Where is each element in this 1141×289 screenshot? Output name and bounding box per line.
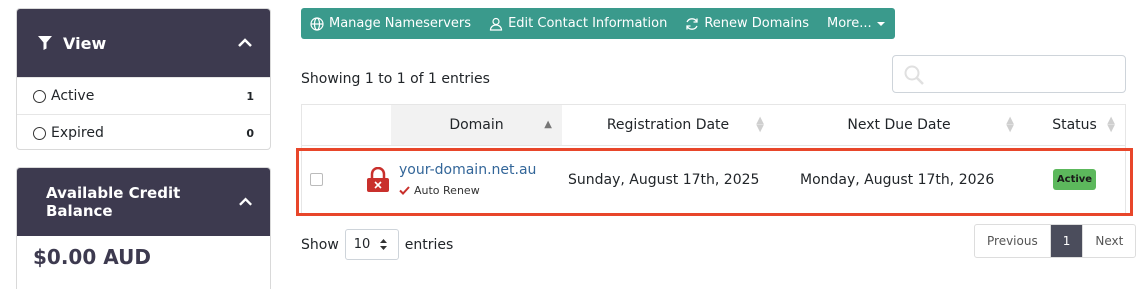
- credit-panel-title: Available Credit Balance: [46, 184, 181, 220]
- filter-active[interactable]: Active 1: [17, 77, 270, 114]
- column-header-domain[interactable]: Domain ▲: [391, 105, 562, 145]
- column-label: Registration Date: [606, 117, 730, 133]
- page-size-value: 10: [353, 237, 371, 252]
- edit-contact-button[interactable]: Edit Contact Information: [480, 8, 676, 39]
- manage-nameservers-label: Manage Nameservers: [329, 16, 472, 31]
- radio-icon[interactable]: [33, 89, 46, 103]
- radio-icon[interactable]: [33, 126, 46, 140]
- entries-info: Showing 1 to 1 of 1 entries: [301, 71, 490, 87]
- sort-icon: ▲ ▼: [1107, 115, 1115, 134]
- filter-count: 0: [246, 126, 254, 140]
- sort-icon: ▲ ▼: [756, 115, 764, 134]
- previous-page-button[interactable]: Previous: [975, 225, 1051, 257]
- search-box[interactable]: [892, 55, 1126, 93]
- credit-panel-header[interactable]: Available Credit Balance: [17, 168, 270, 236]
- credit-amount: $0.00 AUD: [33, 245, 151, 269]
- page-1-button[interactable]: 1: [1050, 225, 1084, 257]
- column-label: Status: [1052, 117, 1097, 133]
- chevron-up-icon[interactable]: [238, 38, 252, 48]
- view-panel: View Active 1 Expired 0: [16, 8, 271, 150]
- page-size-select[interactable]: 10: [344, 229, 399, 260]
- view-panel-header[interactable]: View: [17, 9, 270, 77]
- sort-arrows-icon: [380, 239, 388, 250]
- select-column-header: [302, 105, 391, 145]
- renew-domains-label: Renew Domains: [704, 16, 810, 31]
- sort-icon: ▲ ▼: [1006, 115, 1014, 134]
- filter-count: 1: [246, 89, 254, 103]
- renew-domains-button[interactable]: Renew Domains: [676, 8, 818, 39]
- chevron-up-icon[interactable]: [238, 197, 252, 207]
- filter-label: Expired: [51, 125, 104, 141]
- entries-label: entries: [404, 236, 454, 253]
- sort-icon: ▲: [544, 119, 552, 130]
- search-icon: [904, 65, 924, 85]
- more-dropdown-button[interactable]: More...: [818, 8, 895, 39]
- refresh-icon: [686, 17, 698, 30]
- next-page-button[interactable]: Next: [1083, 225, 1135, 257]
- show-label: Show: [301, 236, 339, 253]
- filter-expired[interactable]: Expired 0: [17, 114, 270, 149]
- caret-down-icon: [876, 21, 885, 26]
- column-header-next-due-date[interactable]: Next Due Date ▲ ▼: [774, 105, 1024, 145]
- manage-nameservers-button[interactable]: Manage Nameservers: [301, 8, 480, 39]
- filter-label: Active: [51, 88, 95, 104]
- edit-contact-label: Edit Contact Information: [508, 16, 668, 31]
- search-input[interactable]: [933, 62, 1118, 86]
- bulk-actions-toolbar: Manage Nameservers Edit Contact Informat…: [301, 8, 895, 39]
- column-header-status[interactable]: Status ▲ ▼: [1024, 105, 1125, 145]
- page-size-control: Show 10 entries: [301, 229, 453, 260]
- column-header-registration-date[interactable]: Registration Date ▲ ▼: [562, 105, 774, 145]
- credit-panel: Available Credit Balance $0.00 AUD: [16, 167, 271, 289]
- column-label: Domain: [449, 117, 504, 133]
- view-panel-title: View: [63, 33, 107, 53]
- column-label: Next Due Date: [847, 117, 951, 133]
- filter-icon: [38, 36, 52, 50]
- user-icon: [489, 17, 503, 31]
- table-header: Domain ▲ Registration Date ▲ ▼ Next Due D…: [302, 105, 1125, 146]
- pagination: Previous 1 Next: [974, 224, 1137, 258]
- row-highlight-outline: [296, 148, 1133, 216]
- more-label: More...: [827, 16, 872, 31]
- globe-icon: [310, 16, 324, 31]
